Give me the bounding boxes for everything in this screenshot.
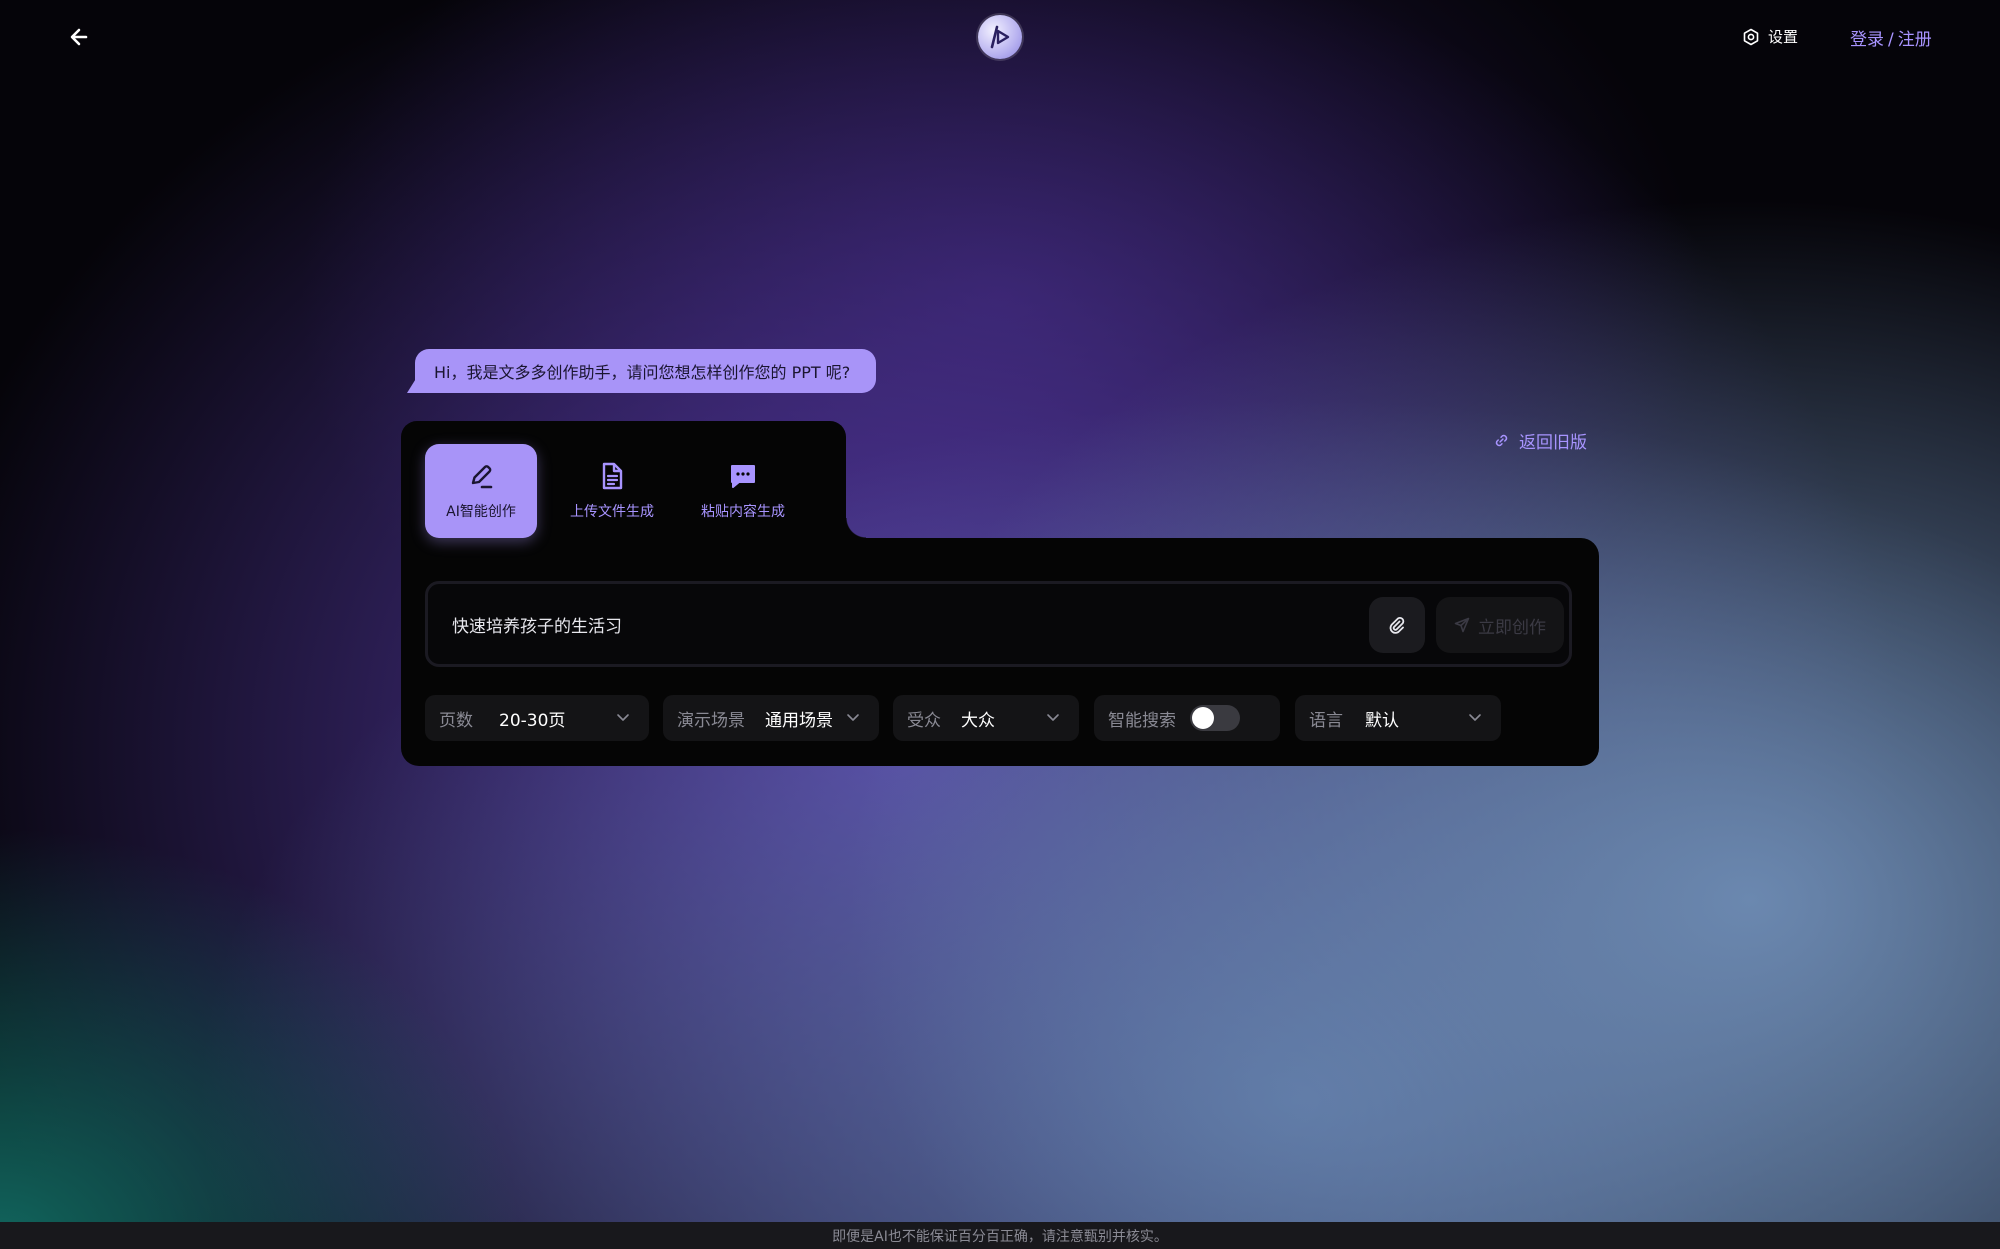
login-register-link[interactable]: 登录 / 注册 bbox=[1850, 25, 1932, 50]
create-now-label: 立即创作 bbox=[1478, 617, 1546, 638]
mode-tabs: AI智能创作 上传文件生成 粘贴内容生成 bbox=[425, 444, 799, 538]
topic-input-box[interactable]: 快速培养孩子的生活习 立即创作 bbox=[425, 581, 1572, 667]
create-now-button[interactable]: 立即创作 bbox=[1436, 597, 1564, 653]
paperclip-icon bbox=[1389, 616, 1405, 634]
return-old-label: 返回旧版 bbox=[1519, 433, 1587, 453]
login-separator: / bbox=[1888, 30, 1894, 50]
settings-label: 设置 bbox=[1768, 28, 1799, 46]
tab-upload-file[interactable]: 上传文件生成 bbox=[556, 444, 668, 538]
chevron-down-icon bbox=[617, 714, 629, 721]
language-select[interactable]: 语言 默认 bbox=[1295, 695, 1501, 741]
tab-label: 上传文件生成 bbox=[570, 504, 654, 520]
link-icon bbox=[1495, 434, 1508, 447]
settings-hexagon-icon bbox=[1743, 28, 1759, 45]
scene-select[interactable]: 演示场景 通用场景 bbox=[663, 695, 879, 741]
send-icon bbox=[1454, 617, 1470, 633]
return-old-version-link[interactable]: 返回旧版 bbox=[1494, 428, 1587, 453]
chevron-down-icon bbox=[1047, 714, 1059, 721]
chevron-down-icon bbox=[1469, 714, 1481, 721]
audience-select[interactable]: 受众 大众 bbox=[893, 695, 1079, 741]
register-label[interactable]: 注册 bbox=[1898, 30, 1932, 50]
topic-input[interactable]: 快速培养孩子的生活习 bbox=[452, 584, 622, 664]
pages-label: 页数 bbox=[439, 710, 473, 731]
assistant-greeting-bubble: Hi，我是文多多创作助手，请问您想怎样创作您的 PPT 呢? bbox=[406, 349, 877, 393]
scene-value: 通用场景 bbox=[765, 710, 833, 731]
toggle-knob bbox=[1192, 707, 1214, 729]
back-button[interactable] bbox=[64, 22, 94, 52]
pages-select[interactable]: 页数 20-30页 bbox=[425, 695, 649, 741]
login-label[interactable]: 登录 bbox=[1850, 30, 1884, 50]
chevron-down-icon bbox=[847, 714, 859, 721]
logo-icon bbox=[990, 25, 1010, 49]
pen-icon bbox=[471, 465, 493, 489]
smart-search-option: 智能搜索 bbox=[1094, 695, 1280, 741]
settings-button[interactable]: 设置 bbox=[1742, 26, 1798, 47]
disclaimer-footer: 即便是AI也不能保证百分百正确，请注意甄别并核实。 bbox=[0, 1222, 2000, 1249]
disclaimer-text: 即便是AI也不能保证百分百正确，请注意甄别并核实。 bbox=[832, 1228, 1168, 1245]
tab-ai-create[interactable]: AI智能创作 bbox=[425, 444, 537, 538]
app-logo[interactable] bbox=[978, 15, 1022, 59]
greeting-text: Hi，我是文多多创作助手，请问您想怎样创作您的 PPT 呢? bbox=[434, 363, 851, 382]
chat-bubble-icon bbox=[731, 465, 755, 488]
arrow-left-icon bbox=[70, 28, 88, 46]
smart-search-label: 智能搜索 bbox=[1108, 710, 1176, 731]
language-label: 语言 bbox=[1309, 710, 1343, 731]
audience-label: 受众 bbox=[907, 710, 941, 731]
smart-search-toggle[interactable] bbox=[1190, 705, 1240, 731]
document-icon bbox=[602, 462, 623, 490]
audience-value: 大众 bbox=[961, 710, 995, 731]
scene-label: 演示场景 bbox=[677, 710, 745, 731]
attach-button[interactable] bbox=[1369, 597, 1425, 653]
tab-paste-content[interactable]: 粘贴内容生成 bbox=[687, 444, 799, 538]
tab-label: AI智能创作 bbox=[446, 504, 516, 520]
pages-value: 20-30页 bbox=[499, 710, 566, 731]
language-value: 默认 bbox=[1365, 710, 1399, 731]
tab-label: 粘贴内容生成 bbox=[701, 504, 785, 520]
